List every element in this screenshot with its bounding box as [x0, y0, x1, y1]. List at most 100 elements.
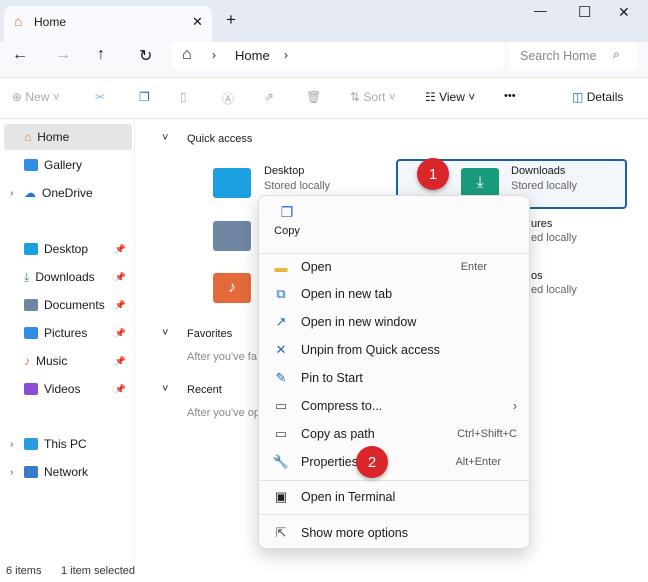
breadcrumb-home[interactable]: Home	[235, 48, 270, 63]
pin-icon[interactable]: 📌	[115, 384, 126, 395]
menu-label: Copy as path	[301, 427, 375, 441]
tab-close-button[interactable]: ✕	[192, 14, 203, 30]
unpin-icon: ✕	[275, 342, 287, 357]
folder-name[interactable]: ures	[531, 218, 552, 230]
videos-icon	[24, 383, 38, 395]
folder-name[interactable]: os	[531, 270, 543, 282]
view-label: View	[439, 90, 465, 104]
sidebar-item-documents[interactable]: Documents 📌	[4, 292, 132, 318]
sidebar-item-videos[interactable]: Videos 📌	[4, 376, 132, 402]
recent-header[interactable]: Recent	[187, 384, 222, 396]
cloud-icon: ☁	[24, 186, 36, 200]
sidebar-item-label: Gallery	[44, 158, 83, 172]
tab-home[interactable]: ⌂ Home ✕	[4, 6, 212, 42]
favorites-hint: After you've fa	[187, 351, 257, 363]
menu-item-open[interactable]: ▬ Open Enter	[267, 254, 523, 280]
delete-icon[interactable]: 🗑	[306, 90, 321, 104]
pin-icon[interactable]: 📌	[115, 244, 126, 255]
search-box[interactable]: Search Home ⌕	[509, 42, 637, 69]
chevron-down-icon[interactable]: ˅	[162, 132, 168, 144]
sidebar-item-onedrive[interactable]: › ☁ OneDrive	[4, 180, 132, 206]
folder-icon: ▬	[274, 259, 288, 275]
paste-icon[interactable]: ▯	[180, 90, 187, 104]
menu-item-open-new-tab[interactable]: ⧉ Open in new tab	[267, 281, 523, 307]
menu-item-open-terminal[interactable]: ▣ Open in Terminal	[267, 484, 523, 510]
details-button[interactable]: ◫ Details	[572, 90, 623, 104]
sidebar-item-downloads[interactable]: ⤓ Downloads 📌	[4, 264, 132, 290]
downloads-folder-icon: ⤓	[461, 168, 499, 198]
new-button[interactable]: ⊕ New ˅	[12, 90, 60, 104]
forward-button[interactable]: →	[55, 46, 71, 64]
sidebar-item-this-pc[interactable]: › This PC	[4, 431, 132, 457]
search-input[interactable]: Search Home	[520, 49, 596, 63]
close-button[interactable]: ✕	[618, 4, 630, 21]
step-badge-2: 2	[356, 446, 388, 478]
chevron-right-icon: ›	[284, 48, 288, 62]
context-menu: ❐ Copy ▬ Open Enter ⧉ Open in new tab ↗ Open…	[258, 195, 530, 549]
music-folder-icon: ♪	[213, 273, 251, 303]
folder-name[interactable]: Downloads	[511, 165, 565, 177]
maximize-button[interactable]: ☐	[578, 3, 591, 21]
new-tab-button[interactable]: +	[226, 10, 236, 30]
separator	[259, 514, 529, 515]
separator	[259, 480, 529, 481]
quick-access-header[interactable]: Quick access	[187, 133, 252, 145]
more-options-button[interactable]: •••	[504, 90, 516, 102]
chevron-down-icon[interactable]: ˅	[162, 327, 168, 339]
sort-button[interactable]: ⇅ Sort ˅	[350, 90, 396, 104]
show-more-icon: ⇱	[275, 525, 287, 540]
folder-name[interactable]: Desktop	[264, 165, 304, 177]
menu-label: Open in Terminal	[301, 490, 396, 504]
sort-label: Sort	[363, 90, 386, 104]
up-button[interactable]: ↑	[97, 46, 105, 64]
favorites-header[interactable]: Favorites	[187, 328, 232, 340]
pin-icon[interactable]: 📌	[115, 328, 126, 339]
folder-status: Stored locally	[511, 180, 578, 192]
pin-icon[interactable]: 📌	[115, 356, 126, 367]
sidebar-item-label: Desktop	[44, 242, 89, 256]
copy-button[interactable]: ❐ Copy	[271, 204, 303, 244]
chevron-down-icon[interactable]: ˅	[162, 383, 168, 395]
address-bar[interactable]: ⌂ › Home ›	[172, 42, 504, 69]
minimize-button[interactable]: —	[534, 3, 547, 18]
sidebar-item-label: Documents	[44, 298, 105, 312]
cut-icon[interactable]: ✂	[95, 90, 105, 104]
search-icon: ⌕	[613, 47, 620, 61]
chevron-right-icon: ›	[212, 48, 216, 62]
sidebar-item-label: OneDrive	[42, 186, 93, 200]
sidebar-item-label: Network	[44, 465, 89, 479]
music-icon: ♪	[24, 354, 30, 368]
sidebar-item-music[interactable]: ♪ Music 📌	[4, 348, 132, 374]
back-button[interactable]: ←	[12, 46, 28, 64]
folder-status: ed locally	[531, 232, 577, 244]
menu-item-properties[interactable]: 🔧 Properties Alt+Enter	[267, 449, 523, 475]
copy-icon[interactable]: ❐	[139, 90, 150, 104]
menu-item-compress[interactable]: ▭ Compress to... ›	[267, 393, 523, 419]
refresh-button[interactable]: ↻	[139, 46, 152, 66]
sidebar-item-desktop[interactable]: Desktop 📌	[4, 236, 132, 262]
rename-icon[interactable]: Ⓐ	[222, 90, 234, 107]
pin-icon[interactable]: 📌	[115, 300, 126, 311]
menu-label: Show more options	[301, 526, 409, 540]
chevron-right-icon[interactable]: ›	[10, 439, 13, 450]
shortcut: Enter	[460, 261, 487, 273]
share-icon[interactable]: ⇗	[264, 90, 274, 104]
sidebar-item-pictures[interactable]: Pictures 📌	[4, 320, 132, 346]
sidebar-item-home[interactable]: ⌂ Home	[4, 124, 132, 150]
sidebar-item-label: Music	[36, 354, 68, 368]
shortcut: Alt+Enter	[455, 456, 501, 468]
home-icon: ⌂	[24, 130, 32, 144]
chevron-right-icon[interactable]: ›	[10, 467, 13, 478]
menu-item-copy-as-path[interactable]: ▭ Copy as path Ctrl+Shift+C	[267, 421, 523, 447]
view-button[interactable]: ☷ View ˅	[425, 90, 475, 104]
menu-label: Open in new window	[301, 315, 417, 329]
menu-item-open-new-window[interactable]: ↗ Open in new window	[267, 309, 523, 335]
sidebar-item-gallery[interactable]: Gallery	[4, 152, 132, 178]
open-new-tab-icon: ⧉	[276, 286, 286, 301]
sidebar-item-network[interactable]: › Network	[4, 459, 132, 485]
pin-icon[interactable]: 📌	[115, 272, 126, 283]
menu-item-unpin[interactable]: ✕ Unpin from Quick access	[267, 337, 523, 363]
menu-item-pin-to-start[interactable]: ✎ Pin to Start	[267, 365, 523, 391]
menu-item-show-more[interactable]: ⇱ Show more options	[267, 520, 523, 546]
chevron-right-icon[interactable]: ›	[10, 188, 13, 199]
